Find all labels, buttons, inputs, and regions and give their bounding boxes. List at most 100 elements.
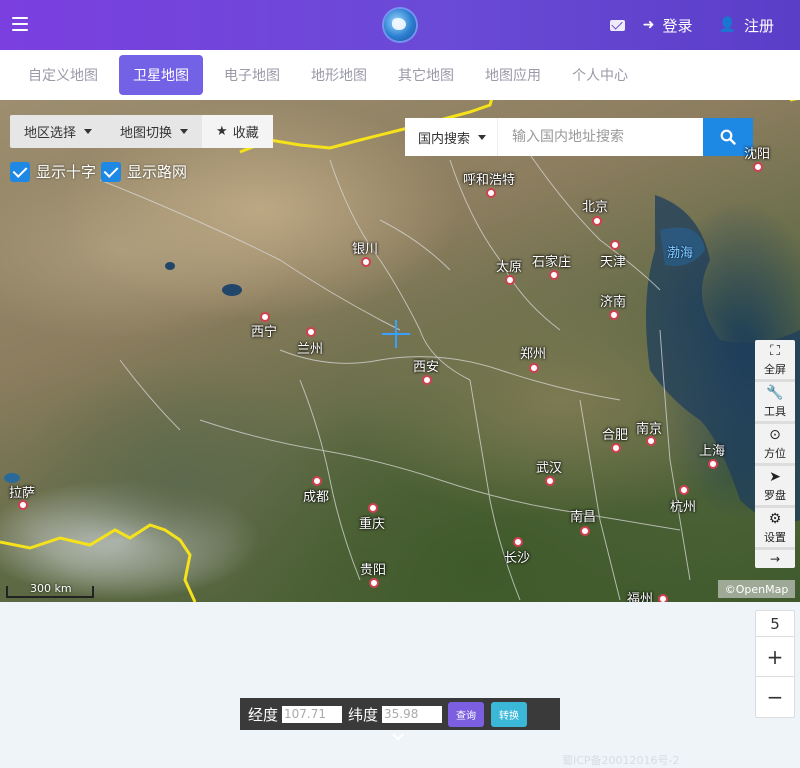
tab-map-apps[interactable]: 地图应用 [475,55,551,95]
city-label-shijiazhuang: 石家庄 [532,255,572,270]
header-actions: ➜ 登录 👤 注册 [609,0,800,50]
city-marker-shanghai[interactable] [708,459,718,469]
city-marker-guiyang[interactable] [369,578,379,588]
city-label-xian: 西安 [413,360,440,375]
city-marker-taiyuan[interactable] [505,275,515,285]
settings-tool[interactable]: ⚙ 设置 [755,508,795,550]
zoom-control: 5 + − [755,610,795,718]
map-center-crosshair [382,320,410,348]
register-link[interactable]: 👤 注册 [719,15,774,36]
city-marker-beijing[interactable] [592,216,602,226]
map-search: 国内搜索 [405,118,753,156]
city-label-taiyuan: 太原 [496,260,523,275]
tools-tool[interactable]: 🔧 工具 [755,382,795,424]
city-marker-tianjin[interactable] [610,240,620,250]
city-marker-fuzhou[interactable] [658,594,668,602]
city-label-lanzhou: 兰州 [297,342,324,357]
city-marker-zhengzhou[interactable] [529,363,539,373]
city-marker-hohhot[interactable] [486,188,496,198]
city-marker-nanjing[interactable] [646,436,656,446]
latitude-label: 纬度 [348,705,379,724]
fullscreen-icon: ⛶ [770,342,780,359]
city-label-beijing: 北京 [582,200,609,215]
sign-in-icon: ➜ [642,17,655,33]
caret-down-icon [84,129,93,134]
city-marker-hangzhou[interactable] [679,485,689,495]
map-right-tools: ⛶ 全屏 🔧 工具 ⊙ 方位 ➤ 罗盘 ⚙ 设置 → [755,340,795,568]
tab-personal-center[interactable]: 个人中心 [562,55,638,95]
settings-label: 设置 [764,530,786,544]
star-icon: ★ [216,124,228,139]
tab-electronic-map[interactable]: 电子地图 [214,55,290,95]
tab-satellite-map[interactable]: 卫星地图 [119,55,203,95]
city-marker-shijiazhuang[interactable] [549,270,559,280]
caret-down-icon [478,134,487,140]
convert-button[interactable]: 转换 [491,701,528,727]
city-marker-lhasa[interactable] [18,500,28,510]
direction-tool[interactable]: ⊙ 方位 [755,424,795,466]
globe-logo-icon[interactable] [384,9,416,41]
user-icon: 👤 [718,17,736,33]
city-label-yinchuan: 银川 [352,242,379,257]
satellite-map[interactable]: 地区选择 地图切换 ★收藏 显示十字 显示路网 国内搜索 呼和浩特 北京 银川 … [0,100,800,602]
city-marker-wuhan[interactable] [545,476,555,486]
top-header: ➜ 登录 👤 注册 [0,0,800,50]
query-button[interactable]: 查询 [448,701,485,727]
search-scope-dropdown[interactable]: 国内搜索 [405,118,498,156]
city-label-shenyang: 沈阳 [744,147,771,162]
zoom-in-button[interactable]: + [756,637,794,677]
search-icon [720,129,736,145]
fullscreen-label: 全屏 [764,362,786,376]
city-label-shanghai: 上海 [699,444,726,459]
region-select-dropdown[interactable]: 地区选择 [10,115,106,148]
mail-icon[interactable] [609,19,625,31]
city-marker-yinchuan[interactable] [361,257,371,267]
compass-label: 罗盘 [764,488,786,502]
tab-custom-map[interactable]: 自定义地图 [18,55,108,95]
longitude-input[interactable] [282,705,343,723]
city-marker-changsha[interactable] [513,537,523,547]
city-label-changsha: 长沙 [504,551,531,566]
city-label-wuhan: 武汉 [536,461,563,476]
city-label-zhengzhou: 郑州 [520,347,547,362]
map-toolbar: 地区选择 地图切换 ★ 收藏 [10,115,273,148]
icp-record[interactable]: 蜀ICP备20012016号-2 [562,752,680,768]
city-marker-jinan[interactable] [609,310,619,320]
direction-icon: ⊙ [769,426,781,443]
city-label-guiyang: 贵阳 [360,563,387,578]
favorite-button[interactable]: ★ 收藏 [202,115,273,148]
tab-terrain-map[interactable]: 地形地图 [301,55,377,95]
show-cross-label: 显示十字 [36,163,97,181]
caret-down-icon [180,129,189,134]
city-marker-hefei[interactable] [611,443,621,453]
city-label-tianjin: 天津 [600,255,627,270]
latitude-input[interactable] [382,705,443,723]
collapse-tools-button[interactable]: → [755,550,795,568]
show-cross-checkbox[interactable] [10,161,30,182]
compass-tool[interactable]: ➤ 罗盘 [755,466,795,508]
city-marker-lanzhou[interactable] [306,327,316,337]
tab-other-map[interactable]: 其它地图 [388,55,464,95]
city-label-nanchang: 南昌 [570,510,597,525]
zoom-level: 5 [756,611,794,637]
zoom-out-button[interactable]: − [756,677,794,717]
map-switch-dropdown[interactable]: 地图切换 [106,115,202,148]
chevron-down-icon[interactable] [391,733,403,741]
hamburger-menu-icon[interactable] [12,17,28,31]
city-marker-nanchang[interactable] [580,526,590,536]
favorite-label: 收藏 [232,126,259,141]
city-marker-shenyang[interactable] [753,162,763,172]
fullscreen-tool[interactable]: ⛶ 全屏 [755,340,795,382]
show-roads-checkbox[interactable] [101,161,122,182]
region-select-label: 地区选择 [24,126,77,141]
search-input[interactable] [498,118,703,156]
city-marker-xining[interactable] [260,312,270,322]
city-label-chengdu: 成都 [303,490,330,505]
city-marker-chengdu[interactable] [312,476,322,486]
search-scope-label: 国内搜索 [418,131,471,147]
register-label: 注册 [743,16,774,35]
city-marker-chongqing[interactable] [368,503,378,513]
tools-label: 工具 [764,404,786,418]
login-link[interactable]: ➜ 登录 [643,15,693,36]
city-marker-xian[interactable] [422,375,432,385]
